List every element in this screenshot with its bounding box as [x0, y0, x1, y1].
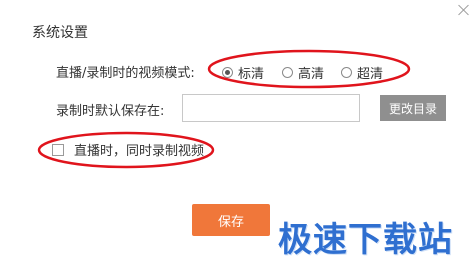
- close-icon[interactable]: [456, 2, 472, 18]
- video-mode-label: 直播/录制时的视频模式:: [56, 66, 195, 81]
- change-directory-button[interactable]: 更改目录: [380, 95, 446, 121]
- radio-label-sd: 标清: [238, 67, 265, 82]
- record-while-live-checkbox[interactable]: 直播时，同时录制视频: [52, 140, 204, 159]
- radio-unchecked-icon: [341, 67, 352, 78]
- radio-unchecked-icon: [282, 67, 293, 78]
- radio-checked-icon: [222, 67, 233, 78]
- radio-label-ultra-hd: 超清: [357, 67, 384, 82]
- radio-option-ultra-hd[interactable]: 超清: [341, 63, 383, 82]
- radio-label-hd: 高清: [298, 67, 325, 82]
- save-path-input[interactable]: [182, 94, 360, 122]
- radio-option-hd[interactable]: 高清: [282, 63, 324, 82]
- dialog-title: 系统设置: [32, 25, 88, 41]
- watermark-logo: 极速下载站: [278, 220, 453, 260]
- radio-option-sd[interactable]: 标清: [222, 63, 264, 82]
- save-button[interactable]: 保存: [192, 204, 270, 236]
- settings-dialog: 系统设置 直播/录制时的视频模式: 标清 高清 超清 录制时默认保存在: 更改目…: [0, 0, 474, 272]
- record-while-live-label: 直播时，同时录制视频: [74, 144, 205, 159]
- checkbox-icon: [52, 143, 64, 156]
- save-path-label: 录制时默认保存在:: [56, 104, 165, 119]
